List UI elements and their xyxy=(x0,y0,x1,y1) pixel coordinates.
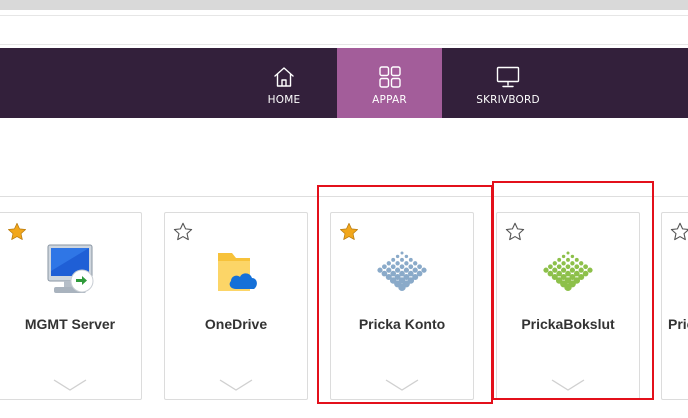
tab-home[interactable]: HOME xyxy=(238,48,330,118)
header-divider xyxy=(0,44,688,45)
favorite-star-filled-icon[interactable] xyxy=(6,221,28,243)
home-icon xyxy=(274,67,294,87)
tab-home-label: HOME xyxy=(267,94,301,106)
favorite-star-filled-icon[interactable] xyxy=(338,221,360,243)
top-divider xyxy=(0,15,688,16)
chevron-down-icon[interactable] xyxy=(52,378,88,392)
top-navigation-bar: HOME APPAR SKRIVBORD xyxy=(0,48,688,118)
app-name-onedrive: OneDrive xyxy=(204,316,268,332)
apps-grid-icon xyxy=(378,66,401,88)
chevron-down-icon[interactable] xyxy=(550,378,586,392)
favorite-star-outline-icon[interactable] xyxy=(669,221,688,243)
app-card-pricka-konto[interactable]: Pricka Konto xyxy=(330,212,474,400)
app-name-mgmt-server: MGMT Server xyxy=(24,316,116,332)
tab-desktop-label: SKRIVBORD xyxy=(476,94,540,106)
browser-chrome-strip xyxy=(0,0,688,10)
app-name-prickabokslut: PrickaBokslut xyxy=(521,316,615,332)
remote-desktop-icon xyxy=(47,244,94,293)
favorite-star-outline-icon[interactable] xyxy=(504,221,526,243)
app-name-pricka-konto: Pricka Konto xyxy=(358,316,446,332)
tab-desktop[interactable]: SKRIVBORD xyxy=(456,48,560,118)
tab-apps[interactable]: APPAR xyxy=(337,48,442,118)
app-window: HOME APPAR SKRIVBORD MGMT Server OneDriv… xyxy=(0,0,688,418)
content-divider xyxy=(0,196,688,197)
pricka-dots-blue-icon xyxy=(377,251,427,292)
onedrive-folder-icon xyxy=(218,253,257,291)
favorite-star-outline-icon[interactable] xyxy=(172,221,194,243)
tab-apps-label: APPAR xyxy=(372,94,407,106)
app-name-partial: Pric xyxy=(668,316,688,332)
monitor-icon xyxy=(496,66,520,88)
app-card-partial[interactable]: Pric xyxy=(661,212,688,400)
app-card-mgmt-server[interactable]: MGMT Server xyxy=(0,212,142,400)
chevron-down-icon[interactable] xyxy=(218,378,254,392)
app-card-onedrive[interactable]: OneDrive xyxy=(164,212,308,400)
pricka-dots-green-icon xyxy=(543,251,593,292)
app-card-prickabokslut[interactable]: PrickaBokslut xyxy=(496,212,640,400)
chevron-down-icon[interactable] xyxy=(384,378,420,392)
